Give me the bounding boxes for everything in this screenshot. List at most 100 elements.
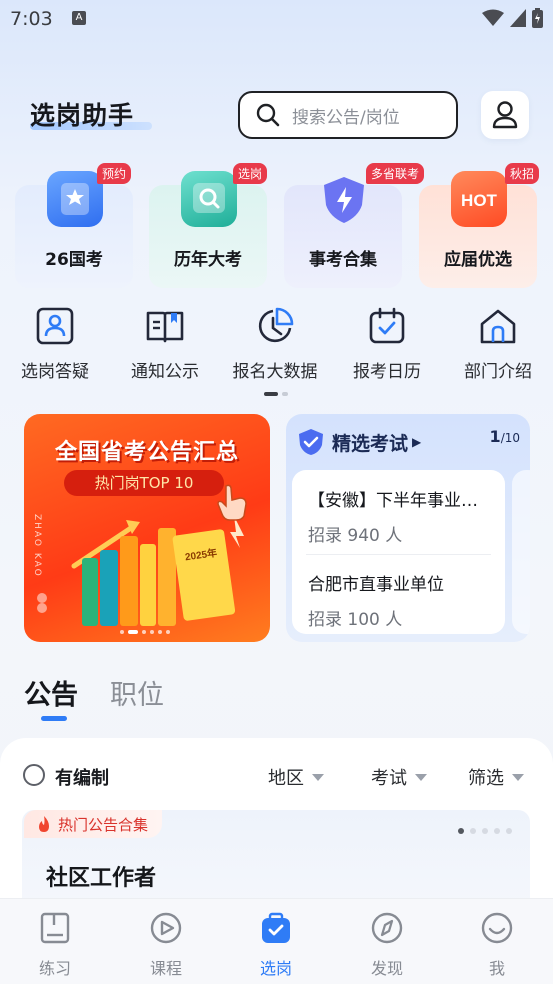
exam-item[interactable]: 合肥市直事业单位 招录 100 人	[308, 570, 494, 630]
category-label: 事考合集	[309, 250, 377, 270]
featured-exams-panel: 精选考试 ▶ 1/10 【安徽】下半年事业单位 招录 940 人 合肥市直事业单…	[286, 414, 530, 642]
banner-title: 全国省考公告汇总	[54, 440, 239, 465]
category-card-history[interactable]: 选岗 历年大考	[149, 163, 268, 288]
establishment-label[interactable]: 有编制	[55, 764, 109, 790]
search-card-icon	[181, 171, 237, 227]
category-cards: 预约 26国考 选岗 历年大考 多省联考 事考合集 HOT 秋招 应届优选	[15, 163, 540, 289]
caret-down-icon	[512, 773, 524, 781]
exam-item[interactable]: 【安徽】下半年事业单位 招录 940 人	[308, 486, 494, 546]
hot-badge: 热门公告合集	[24, 810, 163, 838]
lightning-shield-icon	[316, 171, 372, 227]
function-row: 选岗答疑 通知公示 报名大数据 报考日历 部门介绍	[0, 305, 553, 385]
book-icon	[36, 909, 74, 947]
svg-text:HOT: HOT	[461, 191, 498, 210]
banner-side-text: ZHAO KAO	[32, 514, 42, 578]
exam-list-next-peek	[512, 470, 530, 634]
category-tag: 预约	[97, 163, 132, 184]
category-card-guokao[interactable]: 预约 26国考	[15, 163, 133, 288]
category-tag: 选岗	[233, 163, 268, 184]
function-item-bigdata[interactable]: 报名大数据	[220, 305, 330, 382]
nav-select-position[interactable]: 选岗	[221, 909, 331, 979]
status-icons	[482, 8, 543, 28]
books-illustration: 2025年	[71, 516, 244, 626]
nav-label: 课程	[149, 959, 182, 978]
category-tag: 多省联考	[366, 163, 425, 184]
nav-practice[interactable]: 练习	[0, 909, 110, 979]
nav-label: 练习	[38, 959, 71, 978]
nav-label: 我	[488, 959, 505, 978]
exam-name: 【安徽】下半年事业单位	[308, 491, 494, 511]
region-dropdown[interactable]: 地区	[268, 764, 324, 790]
play-icon	[147, 909, 185, 947]
content-tabs: 公告 职位	[24, 673, 164, 712]
search-input[interactable]: 搜索公告/岗位	[238, 91, 458, 139]
nav-me[interactable]: 我	[442, 909, 552, 979]
nav-discover[interactable]: 发现	[332, 909, 442, 979]
tab-announcements[interactable]: 公告	[24, 673, 78, 712]
star-card-icon	[47, 171, 103, 227]
calendar-check-icon	[366, 305, 408, 347]
building-icon	[477, 305, 519, 347]
wifi-icon	[482, 9, 504, 26]
category-label: 历年大考	[174, 250, 242, 270]
shield-check-icon	[299, 429, 323, 455]
category-card-shikao[interactable]: 多省联考 事考合集	[284, 163, 425, 288]
pager-dot	[282, 392, 288, 396]
hot-badge-label: 热门公告合集	[58, 815, 149, 834]
flame-icon	[39, 816, 49, 832]
function-label: 报考日历	[353, 362, 421, 382]
smile-icon	[478, 909, 516, 947]
pie-chart-icon	[254, 305, 296, 347]
hot-card-pager	[458, 828, 512, 834]
filter-dropdown[interactable]: 筛选	[468, 764, 524, 790]
battery-icon	[532, 8, 543, 28]
featured-exams-header[interactable]: 精选考试 ▶	[298, 428, 421, 456]
profile-button[interactable]	[481, 91, 529, 139]
page-title: 选岗助手	[30, 101, 135, 130]
function-item-qa[interactable]: 选岗答疑	[0, 305, 110, 382]
exam-dropdown[interactable]: 考试	[371, 764, 427, 790]
status-time: 7:03	[10, 8, 53, 30]
tab-positions[interactable]: 职位	[110, 673, 164, 712]
category-label: 应届优选	[444, 250, 512, 270]
function-item-calendar[interactable]: 报考日历	[332, 305, 442, 382]
featured-exams-pager: 1/10	[489, 427, 520, 446]
divider	[306, 554, 491, 555]
banner-pill-icon	[37, 593, 47, 613]
function-label: 选岗答疑	[21, 362, 89, 382]
nav-label: 选岗	[259, 959, 292, 978]
user-icon	[492, 101, 518, 129]
signal-icon	[510, 9, 526, 27]
function-item-department[interactable]: 部门介绍	[443, 305, 553, 382]
category-tag: 秋招	[505, 163, 540, 184]
exam-count: 招录 940 人	[308, 526, 403, 546]
category-label: 26国考	[45, 250, 103, 270]
promo-banner[interactable]: 全国省考公告汇总 热门岗TOP 10 ZHAO KAO 2025年	[24, 414, 270, 642]
compass-icon	[368, 909, 406, 947]
nav-label: 发现	[370, 959, 403, 978]
filter-row: 有编制 地区 考试 筛选	[23, 764, 533, 790]
banner-pager	[120, 630, 170, 634]
category-card-graduate[interactable]: HOT 秋招 应届优选	[419, 163, 540, 288]
function-label: 报名大数据	[232, 362, 318, 382]
banner-pill: 热门岗TOP 10	[64, 470, 224, 496]
featured-exams-title: 精选考试	[332, 432, 409, 455]
hot-card-title: 社区工作者	[46, 866, 157, 891]
featured-exams-list: 【安徽】下半年事业单位 招录 940 人 合肥市直事业单位 招录 100 人	[292, 470, 505, 634]
hand-pointer-icon	[217, 484, 247, 521]
function-item-notice[interactable]: 通知公示	[110, 305, 220, 382]
function-label: 通知公示	[131, 362, 199, 382]
caret-down-icon	[312, 773, 324, 781]
caret-down-icon	[415, 773, 427, 781]
bottom-nav: 练习 课程 选岗 发现 我	[0, 898, 553, 984]
exam-count: 招录 100 人	[308, 610, 403, 630]
tab-indicator	[41, 716, 67, 721]
open-book-icon	[144, 305, 186, 347]
briefcase-check-icon	[257, 909, 295, 947]
hot-icon: HOT	[451, 171, 507, 227]
function-label: 部门介绍	[464, 362, 532, 382]
nav-courses[interactable]: 课程	[111, 909, 221, 979]
establishment-checkbox[interactable]	[23, 764, 45, 786]
status-bar: 7:03 A	[0, 0, 553, 38]
person-card-icon	[34, 305, 76, 347]
